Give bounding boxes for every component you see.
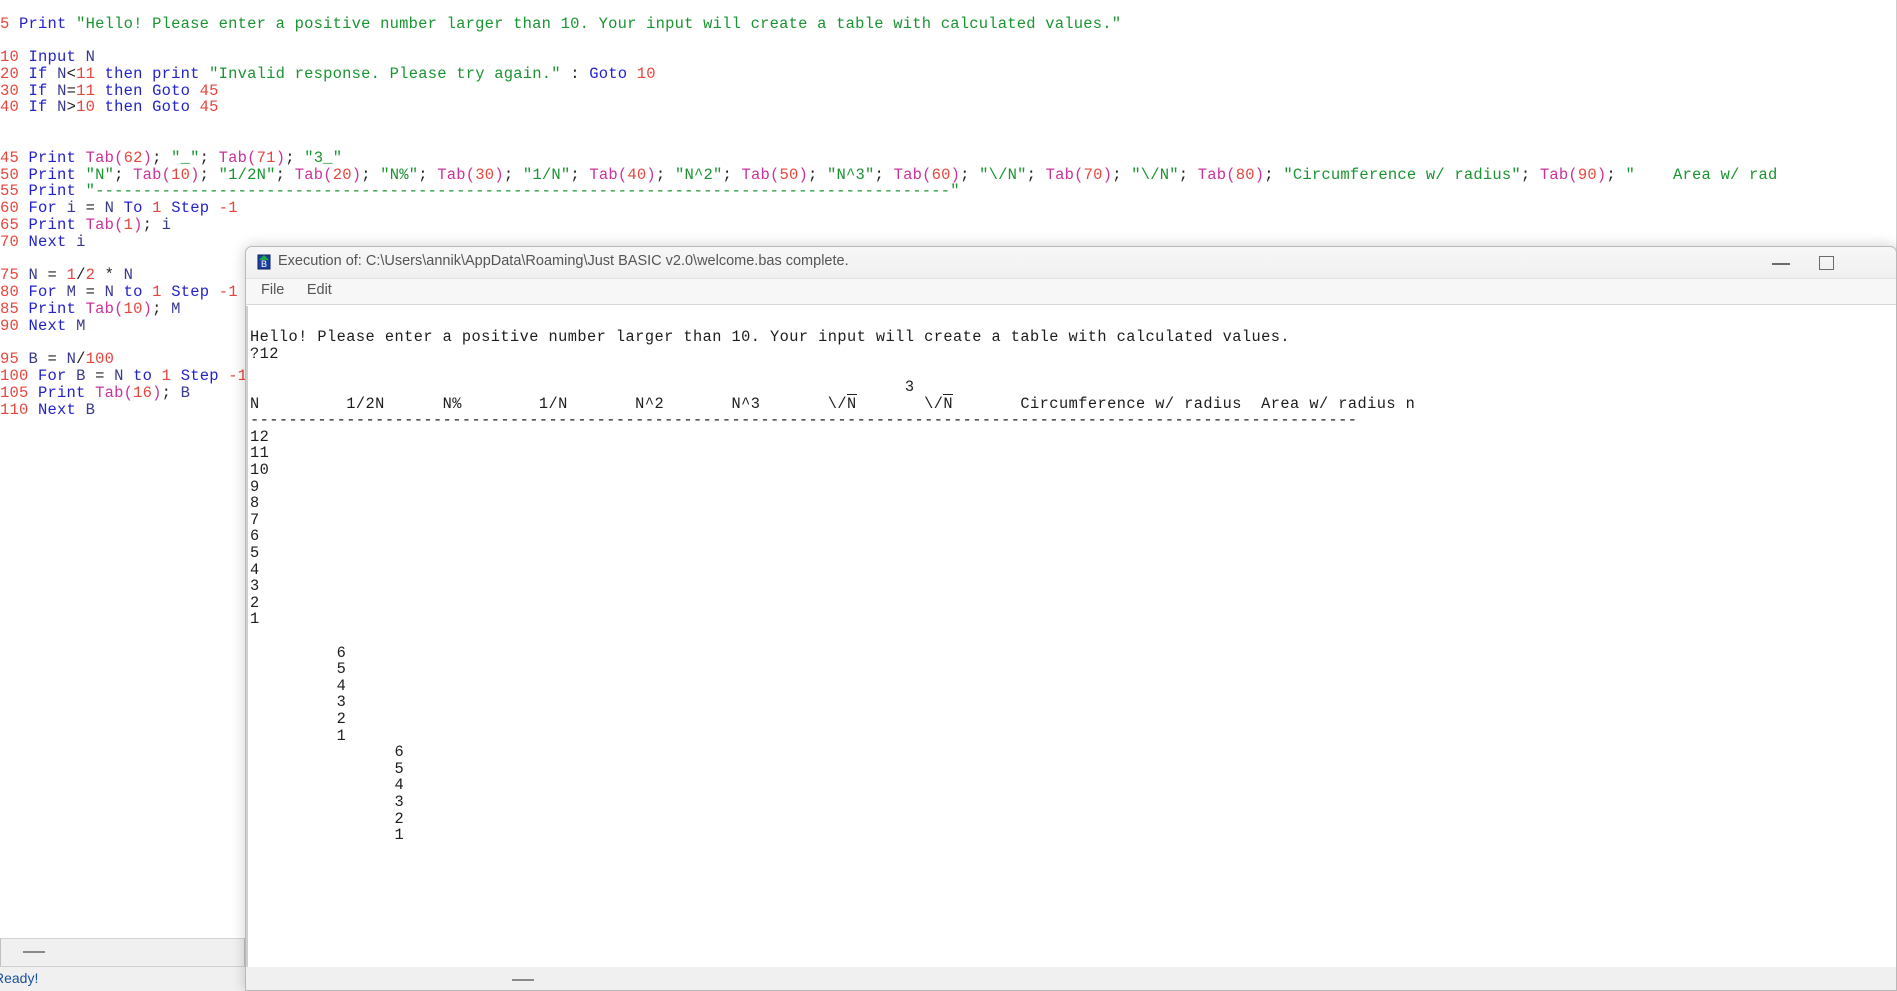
code-line: 50 Print "N"; Tab(10); "1/2N"; Tab(20); … [0, 165, 1778, 184]
console-line: 7 [250, 510, 260, 529]
cube-root-n-symbol: \/N [924, 393, 954, 413]
execution-window-menubar[interactable]: File Edit [246, 279, 1896, 305]
minimize-icon [1772, 263, 1790, 265]
console-line: 3 [250, 792, 405, 811]
maximize-button[interactable] [1804, 247, 1850, 278]
execution-window-titlebar[interactable]: B Execution of: C:\Users\annik\AppData\R… [246, 247, 1896, 279]
console-line: 1 [250, 826, 405, 845]
console-line: 8 [250, 494, 260, 513]
code-line: 20 If N<11 then print "Invalid response.… [0, 64, 656, 83]
console-line: 5 [250, 544, 260, 563]
screen-root: 5 Print "Hello! Please enter a positive … [0, 0, 1897, 991]
code-line: 5 Print "Hello! Please enter a positive … [0, 14, 1122, 33]
console-line: 2 [250, 709, 347, 728]
console-line: Hello! Please enter a positive number la… [250, 328, 1290, 347]
menu-item-edit[interactable]: Edit [298, 279, 341, 298]
console-line: 6 [250, 527, 260, 546]
code-line: 45 Print Tab(62); "_"; Tab(71); "3_" [0, 148, 343, 167]
console-left-rail [246, 306, 248, 990]
console-line: 2 [250, 593, 260, 612]
editor-resize-handle-icon [23, 951, 45, 953]
console-output-area[interactable]: Hello! Please enter a positive number la… [246, 305, 1896, 990]
console-line: 9 [250, 477, 260, 496]
console-line: 2 [250, 809, 405, 828]
editor-bottom-strip [0, 938, 245, 967]
console-line: 1 [250, 610, 260, 629]
code-line: 55 Print "------------------------------… [0, 182, 960, 201]
console-radical-superscript-line: 3 [250, 378, 915, 397]
execution-window-title: Execution of: C:\Users\annik\AppData\Roa… [278, 253, 849, 269]
code-line: 10 Input N [0, 48, 96, 67]
menu-item-file[interactable]: File [252, 279, 293, 298]
status-message: Ready! [0, 970, 39, 986]
console-line: 5 [250, 660, 347, 679]
console-line: 3 [250, 693, 347, 712]
console-header-row: N 1/2N N% 1/N N^2 N^3 \/N \/N Circumfere… [250, 393, 1416, 413]
code-line: 30 If N=11 then Goto 45 [0, 81, 219, 100]
console-resize-handle-icon [512, 979, 534, 981]
console-line: 11 [250, 444, 270, 463]
console-bottom-strip [246, 967, 1896, 990]
code-line: 60 For i = N To 1 Step -1 [0, 199, 238, 218]
console-line: 1 [250, 726, 347, 745]
console-output-text: Hello! Please enter a positive number la… [250, 329, 1415, 843]
maximize-icon [1819, 256, 1834, 270]
console-line: 10 [250, 461, 270, 480]
code-line: 40 If N>10 then Goto 45 [0, 98, 219, 117]
console-line: 5 [250, 759, 405, 778]
console-line: 3 [250, 577, 260, 596]
console-line: 6 [250, 743, 405, 762]
execution-output-window[interactable]: B Execution of: C:\Users\annik\AppData\R… [245, 246, 1897, 991]
console-line: 4 [250, 776, 405, 795]
console-line: ?12 [250, 344, 279, 363]
console-line: 4 [250, 560, 260, 579]
console-line: 12 [250, 427, 270, 446]
console-line: 4 [250, 676, 347, 695]
console-line: 6 [250, 643, 347, 662]
minimize-button[interactable] [1758, 247, 1804, 278]
code-line: 65 Print Tab(1); i [0, 216, 172, 235]
sqrt-n-symbol: \/N [827, 393, 857, 413]
just-basic-icon: B [256, 254, 272, 270]
svg-text:B: B [261, 259, 267, 269]
console-line: ----------------------------------------… [250, 411, 1358, 430]
